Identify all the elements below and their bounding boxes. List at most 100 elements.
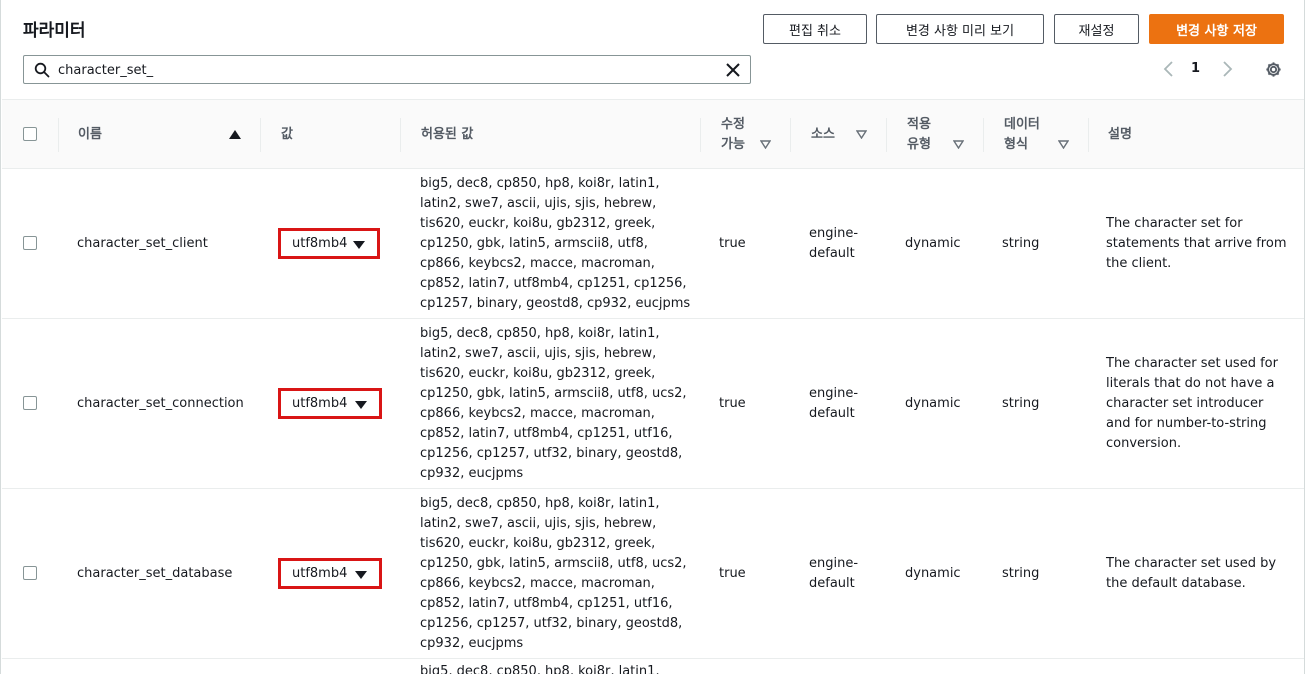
column-header-value-label: 값 [281,127,293,142]
table-row: character_set_database utf8mb4 big5, dec… [2,489,1304,659]
column-header-description-label: 설명 [1108,127,1132,142]
description-value: The character set used by the default da… [1106,554,1276,594]
caret-down-icon [353,241,365,249]
apply-type-value: dynamic [905,396,961,411]
row-checkbox[interactable] [23,236,37,250]
description-value: The character set used for literals that… [1106,354,1278,454]
allowed-values-line: cp932, eucjpms [420,636,524,651]
table-row: character_set_connection utf8mb4 big5, d… [2,319,1304,489]
clear-search-icon[interactable] [724,61,742,79]
parameter-name: character_set_connection [77,396,244,411]
allowed-values-line: cp1250, gbk, latin5, armscii8, utf8, [420,236,648,251]
filter-caret-icon[interactable] [856,130,867,139]
source-value: engine- default [809,224,858,264]
search-box [23,55,751,84]
column-header-apply-type[interactable]: 적용 유형 [907,100,931,170]
allowed-values-line: cp866, keybcs2, macce, macroman, [420,256,655,271]
column-header-apply-type-label: 유형 [907,137,931,152]
allowed-values: big5, dec8, cp850, hp8, koi8r, latin1, l… [420,324,687,484]
description-line: the default database. [1106,576,1246,591]
modifiable-value: true [719,566,746,581]
allowed-values-line: cp852, latin7, utf8mb4, cp1251, cp1256, [420,276,687,291]
source-value-line: engine- [809,556,859,571]
column-divider [886,118,887,152]
settings-gear-icon[interactable] [1264,60,1283,79]
data-type-value: string [1002,566,1040,581]
allowed-values-line: latin2, swe7, ascii, ujis, sjis, hebrew, [420,516,657,531]
allowed-values-line: cp852, latin7, utf8mb4, cp1251, utf16, [420,596,673,611]
data-type-value: string [1002,396,1040,411]
column-header-data-type-label: 데이터 [1004,117,1040,132]
table-row: big5, dec8, cp850, hp8, koi8r, latin1, [2,659,1304,674]
allowed-values-line: tis620, euckr, koi8u, gb2312, greek, [420,536,656,551]
source-value-line: engine- [809,386,859,401]
next-page-icon[interactable] [1219,60,1235,78]
column-divider [790,118,791,152]
column-header-modifiable-label: 가능 [721,137,745,152]
column-header-data-type-label: 형식 [1004,137,1028,152]
cancel-edit-button[interactable]: 편집 취소 [763,14,867,44]
allowed-values-line: tis620, euckr, koi8u, gb2312, greek, [420,366,656,381]
preview-changes-button[interactable]: 변경 사항 미리 보기 [876,14,1044,44]
column-header-description: 설명 [1108,100,1132,170]
allowed-values-line: cp932, eucjpms [420,466,524,481]
select-all-checkbox[interactable] [23,127,37,141]
caret-down-icon [355,401,367,409]
source-value-line: default [809,246,855,261]
allowed-values-line: cp1250, gbk, latin5, armscii8, utf8, ucs… [420,386,687,401]
source-value: engine- default [809,384,858,424]
current-page-number[interactable]: 1 [1191,61,1200,76]
description-line: conversion. [1106,436,1182,451]
column-header-modifiable-label: 수정 [721,117,745,132]
column-header-name[interactable]: 이름 [78,100,102,170]
previous-page-icon[interactable] [1161,60,1177,78]
modifiable-value: true [719,236,746,251]
allowed-values-line: big5, dec8, cp850, hp8, koi8r, latin1, [420,176,660,191]
description-line: the client. [1106,256,1172,271]
row-checkbox[interactable] [23,396,37,410]
filter-caret-icon[interactable] [760,140,771,149]
column-header-allowed-label: 허용된 값 [421,127,474,142]
value-select[interactable]: utf8mb4 [278,388,382,419]
column-header-data-type[interactable]: 데이터 형식 [1004,100,1040,170]
column-header-modifiable[interactable]: 수정 가능 [721,100,745,170]
value-select-text: utf8mb4 [292,566,348,581]
filter-caret-icon[interactable] [953,140,964,149]
allowed-values-line: cp866, keybcs2, macce, macroman, [420,576,655,591]
source-value-line: default [809,406,855,421]
search-input[interactable] [58,59,718,81]
description-line: character set introducer [1106,396,1264,411]
column-header-allowed: 허용된 값 [421,100,473,170]
column-header-source-label: 소스 [811,127,835,142]
modifiable-value: true [719,396,746,411]
description-line: The character set for [1106,216,1243,231]
apply-type-value: dynamic [905,566,961,581]
column-header-source[interactable]: 소스 [811,100,835,170]
value-select-text: utf8mb4 [292,396,348,411]
parameter-name: character_set_client [77,236,208,251]
row-checkbox[interactable] [23,566,37,580]
save-changes-button[interactable]: 변경 사항 저장 [1149,14,1284,44]
column-divider [400,118,401,152]
table-header: 이름 값 허용된 값 수정 가능 소스 적용 유형 데이터 형식 설명 [2,99,1304,170]
description-value: The character set for statements that ar… [1106,214,1286,274]
column-header-name-label: 이름 [78,127,102,142]
column-header-apply-type-label: 적용 [907,117,931,132]
caret-down-icon [355,571,367,579]
allowed-values-line: big5, dec8, cp850, hp8, koi8r, latin1, [420,496,660,511]
source-value-line: default [809,576,855,591]
filter-caret-icon[interactable] [1058,140,1069,149]
allowed-values-line: latin2, swe7, ascii, ujis, sjis, hebrew, [420,196,657,211]
allowed-values-line: latin2, swe7, ascii, ujis, sjis, hebrew, [420,346,657,361]
description-line: The character set used by [1106,556,1277,571]
allowed-values-line: tis620, euckr, koi8u, gb2312, greek, [420,216,656,231]
column-divider [700,118,701,152]
sort-ascending-icon[interactable] [229,130,241,139]
value-select[interactable]: utf8mb4 [278,228,380,259]
value-select[interactable]: utf8mb4 [278,558,382,589]
reset-button[interactable]: 재설정 [1054,14,1139,44]
source-value-line: engine- [809,226,859,241]
column-header-value: 값 [281,100,293,170]
allowed-values-line: cp1256, cp1257, utf32, binary, geostd8, [420,616,683,631]
column-divider [1088,118,1089,152]
